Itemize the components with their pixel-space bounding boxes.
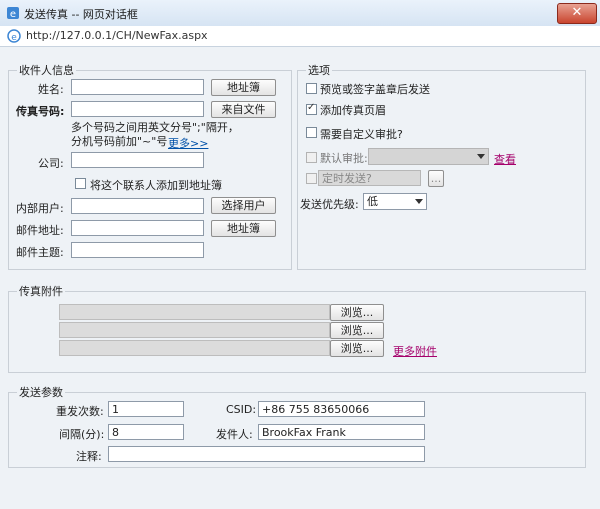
page-icon: e [7, 29, 21, 43]
timed-send-input[interactable]: 定时发送? [318, 170, 421, 186]
from-file-button[interactable]: 来自文件 [211, 101, 276, 118]
svg-text:e: e [10, 9, 16, 20]
fax-hint-line2: 分机号码前加"~"号 [71, 135, 168, 148]
recipient-legend: 收件人信息 [19, 64, 74, 77]
fax-number-input[interactable] [71, 101, 204, 117]
attachment-path-1[interactable] [59, 304, 330, 320]
more-link[interactable]: 更多>> [168, 135, 208, 151]
email-address-book-button[interactable]: 地址簿 [211, 220, 276, 237]
internal-user-input[interactable] [71, 198, 204, 214]
interval-label: 间隔(分): [59, 428, 105, 441]
default-approval-label: 默认审批: [320, 152, 368, 165]
view-link[interactable]: 查看 [494, 151, 516, 167]
custom-approval-label: 需要自定义审批? [320, 128, 403, 141]
fax-hint-line1: 多个号码之间用英文分号";"隔开， [71, 121, 239, 134]
close-button[interactable]: ✕ [557, 3, 597, 24]
priority-label: 发送优先级: [300, 198, 359, 211]
add-contact-label: 将这个联系人添加到地址簿 [90, 179, 222, 192]
interval-input[interactable]: 8 [108, 424, 184, 440]
preview-checkbox[interactable] [306, 83, 317, 94]
retry-count-label: 重发次数: [56, 405, 104, 418]
name-label: 姓名: [38, 83, 64, 96]
title-bar: e 发送传真 -- 网页对话框 ✕ [0, 0, 600, 27]
add-contact-checkbox[interactable] [75, 178, 86, 189]
more-attachments-link[interactable]: 更多附件 [393, 343, 437, 359]
address-bar: e http://127.0.0.1/CH/NewFax.aspx [0, 26, 600, 47]
email-input[interactable] [71, 220, 204, 236]
csid-input[interactable]: +86 755 83650066 [258, 401, 425, 417]
attachment-path-2[interactable] [59, 322, 330, 338]
fax-header-checkbox[interactable] [306, 102, 317, 115]
sender-label: 发件人: [216, 428, 253, 441]
chevron-down-icon [415, 199, 423, 204]
internal-user-label: 内部用户: [16, 202, 64, 215]
browse-button-1[interactable]: 浏览... [330, 304, 384, 321]
subject-input[interactable] [71, 242, 204, 258]
company-label: 公司: [38, 157, 64, 170]
company-input[interactable] [71, 152, 204, 168]
priority-select[interactable]: 低 [363, 193, 427, 210]
ie-page-icon: e [7, 7, 19, 20]
chevron-down-icon [477, 154, 485, 159]
browse-button-2[interactable]: 浏览... [330, 322, 384, 339]
send-params-legend: 发送参数 [19, 386, 63, 399]
retry-count-input[interactable]: 1 [108, 401, 184, 417]
close-icon: ✕ [571, 5, 583, 20]
fax-header-label: 添加传真页眉 [320, 104, 386, 117]
note-label: 注释: [76, 450, 102, 463]
preview-label: 预览或签字盖章后发送 [320, 83, 430, 96]
sender-input[interactable]: BrookFax Frank [258, 424, 425, 440]
address-url: http://127.0.0.1/CH/NewFax.aspx [26, 29, 208, 42]
browse-button-3[interactable]: 浏览... [330, 340, 384, 357]
priority-value: 低 [367, 195, 378, 208]
default-approval-select[interactable] [368, 148, 489, 165]
options-legend: 选项 [308, 64, 330, 77]
custom-approval-checkbox[interactable] [306, 127, 317, 138]
fax-number-label: 传真号码: [16, 105, 65, 118]
attachments-legend: 传真附件 [19, 285, 63, 298]
csid-label: CSID: [226, 403, 257, 416]
window-title: 发送传真 -- 网页对话框 [24, 8, 138, 21]
attachment-path-3[interactable] [59, 340, 330, 356]
timed-send-checkbox[interactable] [306, 173, 317, 184]
name-input[interactable] [71, 79, 204, 95]
timed-send-picker-button[interactable]: ... [428, 170, 444, 187]
address-book-button[interactable]: 地址簿 [211, 79, 276, 96]
subject-label: 邮件主题: [16, 246, 64, 259]
email-label: 邮件地址: [16, 224, 64, 237]
default-approval-checkbox[interactable] [306, 152, 317, 163]
select-user-button[interactable]: 选择用户 [211, 197, 276, 214]
note-input[interactable] [108, 446, 425, 462]
svg-text:e: e [11, 33, 17, 43]
